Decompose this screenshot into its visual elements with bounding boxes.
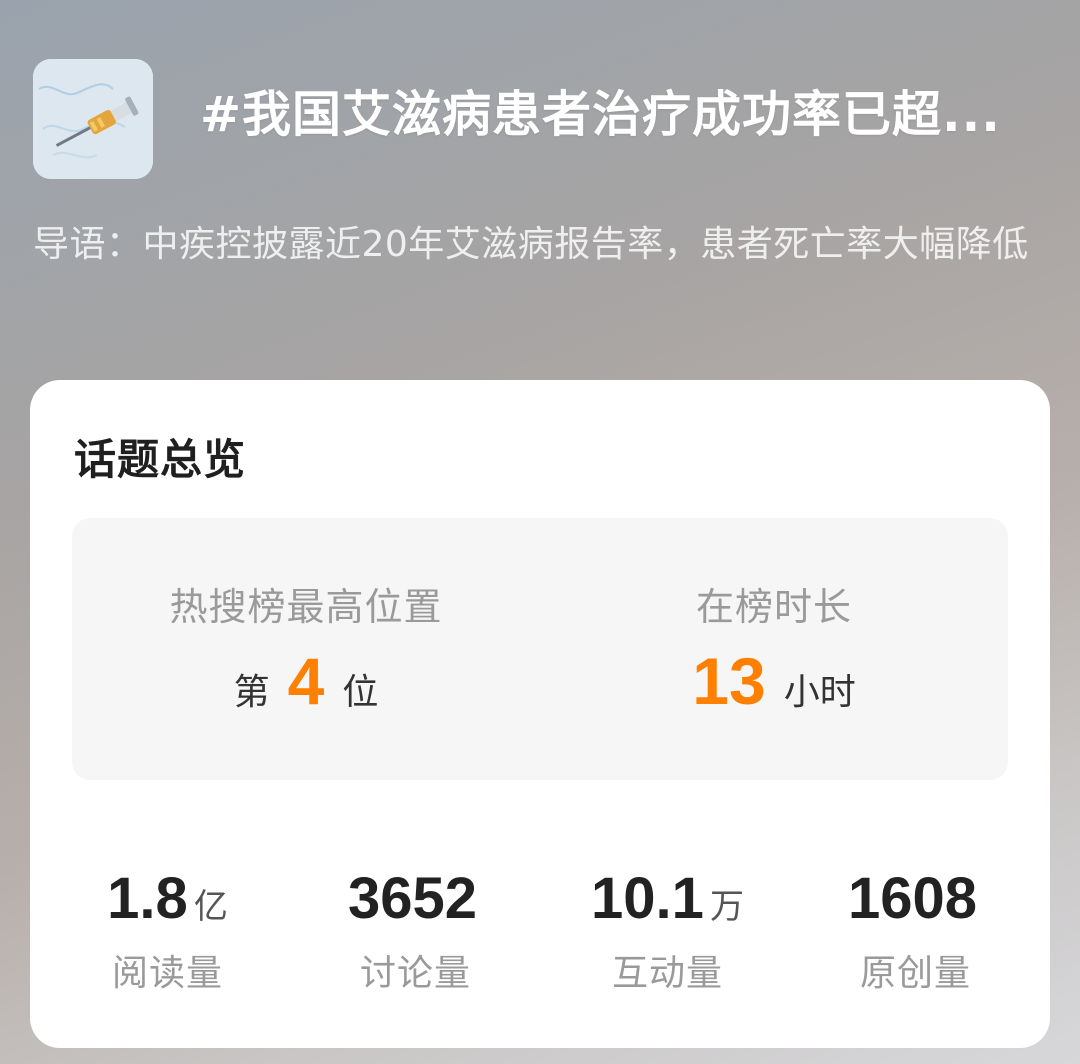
peak-rank-number: 4 bbox=[287, 644, 325, 718]
peak-rank-label: 热搜榜最高位置 bbox=[169, 585, 443, 629]
stat-discussions-label: 讨论量 bbox=[359, 953, 471, 994]
stat-discussions-number: 3652 bbox=[347, 866, 478, 931]
duration-number: 13 bbox=[692, 644, 766, 718]
stat-reads-value: 1.8 亿 bbox=[40, 870, 295, 936]
stat-discussions-value: 3652 bbox=[288, 870, 543, 936]
duration-value: 13 小时 bbox=[540, 648, 1008, 715]
stat-interactions-label: 互动量 bbox=[611, 953, 723, 994]
card-title: 话题总览 bbox=[74, 435, 247, 484]
stat-originals-value: 1608 bbox=[788, 870, 1043, 936]
stats-row: 1.8 亿 阅读量 3652 讨论量 10.1 万 互动量 1608 原创量 bbox=[30, 870, 1050, 995]
stat-interactions-number: 10.1 bbox=[591, 866, 704, 931]
peak-rank-prefix: 第 bbox=[233, 672, 270, 713]
stat-reads-number: 1.8 bbox=[107, 866, 188, 931]
stat-interactions: 10.1 万 互动量 bbox=[540, 870, 795, 996]
peak-rank-suffix: 位 bbox=[342, 672, 379, 713]
stat-reads: 1.8 亿 阅读量 bbox=[40, 870, 295, 996]
stat-originals-label: 原创量 bbox=[859, 953, 971, 994]
topic-thumbnail[interactable] bbox=[33, 59, 153, 179]
stat-reads-label: 阅读量 bbox=[111, 953, 223, 994]
rank-panel: 热搜榜最高位置 第 4 位 在榜时长 13 小时 bbox=[72, 518, 1008, 780]
topic-intro: 导语：中疾控披露近20年艾滋病报告率，患者死亡率大幅降低 bbox=[33, 224, 1029, 265]
peak-rank-value: 第 4 位 bbox=[72, 648, 540, 715]
stat-interactions-value: 10.1 万 bbox=[540, 870, 795, 936]
peak-rank-block: 热搜榜最高位置 第 4 位 bbox=[72, 518, 540, 780]
topic-overview-card: 话题总览 热搜榜最高位置 第 4 位 在榜时长 13 小时 1.8 亿 阅读量 bbox=[30, 380, 1050, 1048]
duration-block: 在榜时长 13 小时 bbox=[540, 518, 1008, 780]
topic-title[interactable]: #我国艾滋病患者治疗成功率已超... bbox=[200, 80, 1040, 150]
stat-originals: 1608 原创量 bbox=[788, 870, 1043, 996]
stat-reads-unit: 亿 bbox=[193, 887, 228, 927]
stat-interactions-unit: 万 bbox=[709, 887, 744, 927]
duration-unit: 小时 bbox=[783, 672, 856, 713]
stat-originals-number: 1608 bbox=[847, 866, 978, 931]
duration-label: 在榜时长 bbox=[695, 585, 852, 629]
syringe-icon bbox=[33, 59, 153, 179]
stat-discussions: 3652 讨论量 bbox=[288, 870, 543, 996]
